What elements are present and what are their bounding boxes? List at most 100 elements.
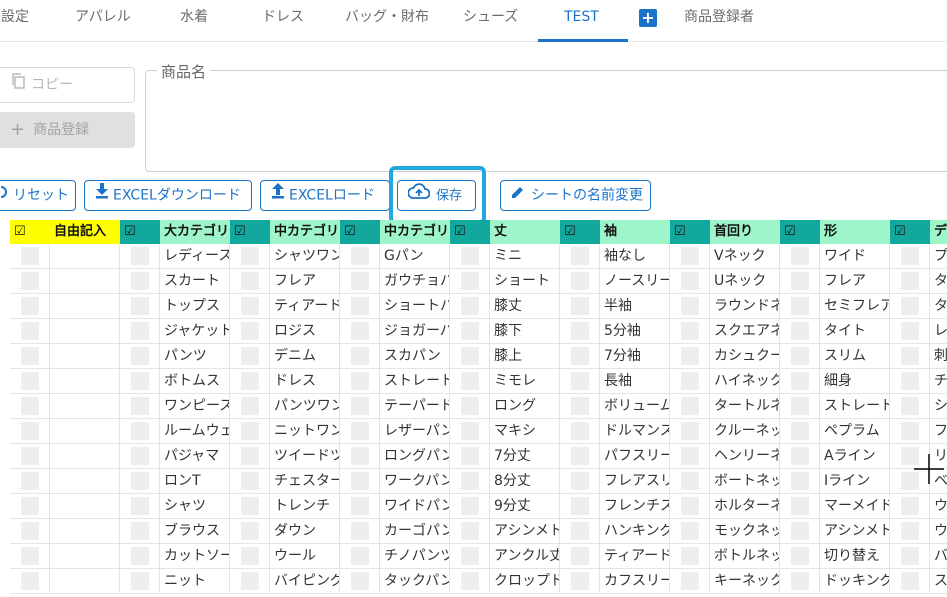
row-checkbox[interactable] xyxy=(461,322,479,340)
table-cell[interactable]: ブラウス xyxy=(160,519,230,544)
header-check-6[interactable]: ☑ xyxy=(670,220,710,244)
free-entry-cell[interactable] xyxy=(50,394,120,419)
row-checkbox[interactable] xyxy=(131,247,149,265)
table-cell[interactable]: フレンチス xyxy=(600,494,670,519)
row-checkbox[interactable] xyxy=(571,472,589,490)
table-cell[interactable]: 膝上 xyxy=(490,344,560,369)
table-cell[interactable]: タ xyxy=(930,269,947,294)
row-checkbox[interactable] xyxy=(791,322,809,340)
row-checkbox[interactable] xyxy=(351,272,369,290)
tab-bags-wallets[interactable]: バッグ・財布 xyxy=(345,0,429,42)
table-cell[interactable]: ショートパ xyxy=(380,294,450,319)
row-checkbox[interactable] xyxy=(21,247,39,265)
row-checkbox[interactable] xyxy=(461,497,479,515)
table-cell[interactable]: 7分袖 xyxy=(600,344,670,369)
header-check-2[interactable]: ☑ xyxy=(230,220,270,244)
table-cell[interactable]: カシュクー xyxy=(710,344,780,369)
header-check-8[interactable]: ☑ xyxy=(890,220,930,244)
row-checkbox[interactable] xyxy=(791,472,809,490)
rename-sheet-button[interactable]: シートの名前変更 xyxy=(500,180,651,211)
row-checkbox[interactable] xyxy=(241,397,259,415)
table-cell[interactable]: バイピング xyxy=(270,569,340,594)
table-cell[interactable]: ウール xyxy=(270,544,340,569)
row-checkbox[interactable] xyxy=(241,297,259,315)
row-checkbox[interactable] xyxy=(351,247,369,265)
row-checkbox[interactable] xyxy=(351,397,369,415)
table-cell[interactable]: ロングパン xyxy=(380,444,450,469)
row-checkbox[interactable] xyxy=(351,472,369,490)
table-cell[interactable]: 長袖 xyxy=(600,369,670,394)
tab-product-registrant[interactable]: 商品登録者 xyxy=(684,0,754,42)
free-entry-cell[interactable] xyxy=(50,319,120,344)
excel-load-button[interactable]: EXCELロード xyxy=(260,180,390,211)
row-checkbox[interactable] xyxy=(21,572,39,590)
row-checkbox[interactable] xyxy=(901,522,919,540)
table-cell[interactable]: ボリューム xyxy=(600,394,670,419)
row-checkbox[interactable] xyxy=(351,347,369,365)
register-product-button[interactable]: + 商品登録 xyxy=(0,112,135,148)
row-checkbox[interactable] xyxy=(21,397,39,415)
row-checkbox[interactable] xyxy=(681,322,699,340)
free-entry-cell[interactable] xyxy=(50,444,120,469)
table-cell[interactable]: フレア xyxy=(270,269,340,294)
table-cell[interactable]: ウ xyxy=(930,519,947,544)
row-checkbox[interactable] xyxy=(901,547,919,565)
reset-button[interactable]: リセット xyxy=(0,180,76,211)
table-cell[interactable]: 膝下 xyxy=(490,319,560,344)
table-cell[interactable]: タックパン xyxy=(380,569,450,594)
row-checkbox[interactable] xyxy=(241,447,259,465)
row-checkbox[interactable] xyxy=(681,547,699,565)
row-checkbox[interactable] xyxy=(21,322,39,340)
table-cell[interactable]: ニットワン xyxy=(270,419,340,444)
row-checkbox[interactable] xyxy=(461,372,479,390)
row-checkbox[interactable] xyxy=(791,272,809,290)
table-cell[interactable]: パフスリー xyxy=(600,444,670,469)
table-cell[interactable]: 袖なし xyxy=(600,244,670,269)
tab-settings[interactable]: 設定 xyxy=(1,0,29,42)
row-checkbox[interactable] xyxy=(791,497,809,515)
table-cell[interactable]: デニム xyxy=(270,344,340,369)
row-checkbox[interactable] xyxy=(901,247,919,265)
table-cell[interactable]: チノパンツ xyxy=(380,544,450,569)
row-checkbox[interactable] xyxy=(791,447,809,465)
row-checkbox[interactable] xyxy=(681,297,699,315)
table-cell[interactable]: マーメイド xyxy=(820,494,890,519)
table-cell[interactable]: ノースリー xyxy=(600,269,670,294)
row-checkbox[interactable] xyxy=(791,347,809,365)
table-cell[interactable]: Gパン xyxy=(380,244,450,269)
row-checkbox[interactable] xyxy=(131,547,149,565)
table-cell[interactable]: ドッキング xyxy=(820,569,890,594)
tab-apparel[interactable]: アパレル xyxy=(75,0,131,42)
row-checkbox[interactable] xyxy=(791,422,809,440)
table-cell[interactable]: ペプラム xyxy=(820,419,890,444)
row-checkbox[interactable] xyxy=(131,397,149,415)
excel-download-button[interactable]: EXCELダウンロード xyxy=(84,180,252,211)
row-checkbox[interactable] xyxy=(21,272,39,290)
row-checkbox[interactable] xyxy=(791,372,809,390)
table-cell[interactable]: タ xyxy=(930,294,947,319)
table-cell[interactable]: スクエアネ xyxy=(710,319,780,344)
row-checkbox[interactable] xyxy=(681,522,699,540)
row-checkbox[interactable] xyxy=(21,422,39,440)
row-checkbox[interactable] xyxy=(461,447,479,465)
row-checkbox[interactable] xyxy=(571,422,589,440)
header-check-1[interactable]: ☑ xyxy=(120,220,160,244)
row-checkbox[interactable] xyxy=(901,497,919,515)
row-checkbox[interactable] xyxy=(351,422,369,440)
table-cell[interactable]: Iライン xyxy=(820,469,890,494)
table-cell[interactable]: ワークパン xyxy=(380,469,450,494)
table-cell[interactable]: チ xyxy=(930,369,947,394)
row-checkbox[interactable] xyxy=(681,372,699,390)
row-checkbox[interactable] xyxy=(21,522,39,540)
table-cell[interactable]: モックネッ xyxy=(710,519,780,544)
table-cell[interactable]: フレアスリ xyxy=(600,469,670,494)
row-checkbox[interactable] xyxy=(791,522,809,540)
row-checkbox[interactable] xyxy=(461,522,479,540)
table-cell[interactable]: シ xyxy=(930,394,947,419)
row-checkbox[interactable] xyxy=(241,372,259,390)
table-cell[interactable]: 7分丈 xyxy=(490,444,560,469)
row-checkbox[interactable] xyxy=(571,572,589,590)
row-checkbox[interactable] xyxy=(131,322,149,340)
table-cell[interactable]: トップス xyxy=(160,294,230,319)
table-cell[interactable]: スリム xyxy=(820,344,890,369)
